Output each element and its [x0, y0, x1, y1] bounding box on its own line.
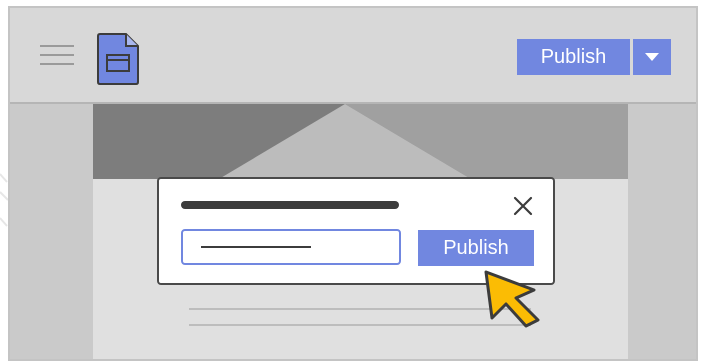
header-banner-image	[93, 104, 628, 179]
input-text-placeholder	[201, 246, 311, 248]
mouse-pointer-icon	[484, 270, 540, 328]
web-address-input[interactable]	[181, 229, 401, 265]
google-sites-icon	[97, 33, 139, 85]
publish-button[interactable]: Publish	[517, 39, 630, 75]
editor-header: Publish	[10, 8, 696, 104]
dialog-publish-button[interactable]: Publish	[418, 230, 534, 266]
publish-button-group: Publish	[517, 39, 671, 75]
triangle-down-icon	[645, 53, 659, 61]
hamburger-menu-icon[interactable]	[40, 45, 74, 65]
publish-dropdown-button[interactable]	[633, 39, 671, 75]
dialog-title-placeholder	[181, 201, 399, 209]
close-icon[interactable]	[512, 195, 534, 217]
